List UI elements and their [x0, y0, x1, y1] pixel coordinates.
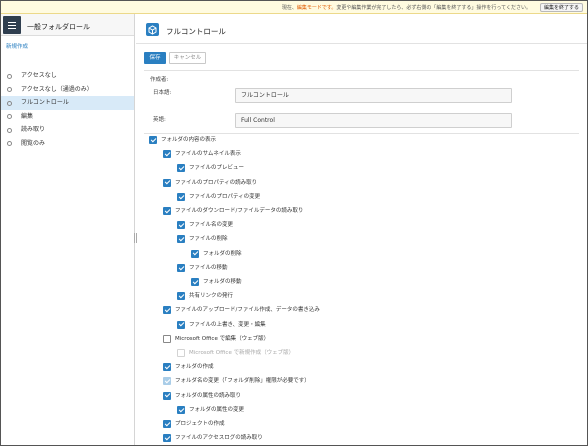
sidebar-item[interactable]: 読み取り — [1, 123, 134, 137]
role-circle-icon — [7, 100, 12, 106]
permission-checkbox[interactable] — [163, 377, 171, 386]
permission-checkbox[interactable] — [163, 363, 171, 372]
sidebar-item-label: 読み取り — [21, 126, 46, 133]
permission-checkbox[interactable] — [191, 249, 199, 258]
permission-checkbox[interactable] — [177, 292, 185, 301]
permission-checkbox[interactable] — [177, 405, 185, 414]
menu-icon-bar — [8, 27, 16, 29]
hamburger-menu-button[interactable] — [3, 16, 21, 34]
role-circle-icon — [7, 127, 12, 133]
sidebar-header: 一般フォルダロール — [1, 14, 134, 36]
sidebar-item-label: 編集 — [21, 112, 34, 120]
permission-checkbox[interactable] — [163, 420, 171, 428]
save-button[interactable]: 保存 — [144, 52, 166, 64]
permission-checkbox[interactable] — [163, 150, 171, 159]
permission-label: ファイルのプレビュー — [189, 165, 245, 172]
english-label: 英語: — [153, 117, 166, 123]
permission-label: プロジェクトの作成 — [175, 421, 225, 427]
permission-checkbox[interactable] — [177, 235, 185, 244]
permission-label: ファイルのダウンロード/ファイルデータの読み取り — [175, 208, 304, 214]
permission-label: フォルダの内容の表示 — [161, 137, 217, 143]
permission-label: ファイルの上書き、変更・編集 — [189, 321, 266, 328]
permission-checkbox[interactable] — [163, 207, 171, 215]
permission-checkbox[interactable] — [191, 278, 199, 286]
notice-text: 現在、編集モードです。変更や編集作業が完了したら、必ず右側の「編集を終了する」操… — [282, 4, 531, 11]
permission-checkbox — [177, 349, 185, 357]
japanese-label: 日本語: — [153, 90, 172, 96]
main-header: フルコントロール — [136, 14, 587, 44]
sidebar: 一般フォルダロール 新規作成 アクセスなしアクセスなし（通過のみ） フルコントロー… — [1, 14, 135, 445]
permission-label: ファイルの移動 — [189, 264, 228, 271]
permission-checkbox[interactable] — [163, 434, 171, 443]
permission-label: フォルダ名の変更（「フォルダ削除」権限が必要です） — [175, 378, 310, 385]
permission-label: ファイル名の変更 — [189, 222, 234, 229]
divider — [144, 70, 579, 71]
sidebar-item-label: アクセスなし（通過のみ） — [21, 85, 93, 93]
grip-line — [133, 233, 135, 243]
permission-label: フォルダの属性の変更 — [189, 406, 245, 413]
cancel-button[interactable]: キャンセル — [169, 52, 206, 64]
sidebar-item-label: フルコントロール — [21, 99, 69, 106]
permission-label: フォルダの移動 — [203, 279, 242, 285]
sidebar-item[interactable]: アクセスなし — [1, 69, 134, 83]
permission-label: ファイルのプロパティの読み取り — [175, 179, 258, 186]
page-title: フルコントロール — [166, 27, 226, 36]
permission-label: 共有リンクの発行 — [189, 293, 234, 300]
sidebar-item[interactable]: フルコントロール — [1, 96, 134, 110]
role-circle-icon — [7, 73, 12, 79]
notice-prefix: 現在、 — [281, 5, 297, 11]
permission-checkbox[interactable] — [163, 306, 171, 315]
end-edit-button[interactable]: 編集を終了する — [539, 3, 583, 12]
permission-label: ファイルのアップロード/ファイル作成、データの書き込み — [175, 307, 320, 314]
permission-label: フォルダの属性の読み取り — [175, 392, 242, 399]
new-role-link[interactable]: 新規作成 — [6, 42, 28, 50]
sidebar-item[interactable]: 閲覧のみ — [1, 137, 134, 151]
name-section-label: 作成者: — [150, 77, 169, 83]
sidebar-item-label: アクセスなし — [21, 72, 57, 79]
permission-label: フォルダの削除 — [203, 250, 242, 257]
permission-checkbox[interactable] — [177, 221, 185, 230]
notice-suffix: 変更や編集作業が完了したら、必ず右側の「編集を終了する」操作を行ってください。 — [336, 5, 531, 11]
permission-checkbox[interactable] — [177, 320, 185, 329]
app-window: 現在、編集モードです。変更や編集作業が完了したら、必ず右側の「編集を終了する」操… — [0, 0, 588, 446]
permission-label: フォルダの作成 — [175, 364, 214, 371]
japanese-name-field[interactable]: フルコントロール — [235, 88, 512, 103]
english-name-field[interactable]: Full Control — [235, 113, 512, 128]
sidebar-title: 一般フォルダロール — [27, 23, 90, 31]
permission-label: Microsoft Office で新規作成（ウェブ版） — [189, 350, 295, 356]
sidebar-item[interactable]: アクセスなし（通過のみ） — [1, 83, 134, 97]
role-circle-icon — [7, 141, 12, 146]
permission-label: Microsoft Office で編集（ウェブ版） — [175, 335, 270, 342]
edit-mode-notice: 現在、編集モードです。変更や編集作業が完了したら、必ず右側の「編集を終了する」操… — [1, 1, 587, 14]
menu-icon-bar — [8, 24, 16, 26]
permission-checkbox[interactable] — [149, 136, 157, 144]
sidebar-item[interactable]: 編集 — [1, 110, 134, 124]
menu-icon-bar — [8, 21, 16, 23]
role-circle-icon — [7, 87, 12, 92]
notice-highlight: 編集モードです。 — [296, 5, 337, 11]
role-list: アクセスなしアクセスなし（通過のみ） フルコントロール 編集読み取り閲覧のみ — [1, 69, 134, 150]
permission-checkbox[interactable] — [177, 192, 185, 201]
permission-checkbox[interactable] — [177, 164, 185, 173]
permission-label: ファイルの削除 — [189, 236, 228, 243]
permission-checkbox[interactable] — [163, 391, 171, 400]
sidebar-item-label: 閲覧のみ — [21, 139, 46, 147]
main-panel: フルコントロール 保存 キャンセル 作成者: 日本語: フルコントロール 英語:… — [136, 14, 587, 445]
role-circle-icon — [7, 114, 12, 119]
permission-checkbox[interactable] — [163, 178, 171, 187]
permission-label: ファイルのサムネイル表示 — [175, 151, 241, 158]
permission-checkbox[interactable] — [163, 334, 171, 343]
divider — [144, 133, 579, 134]
permission-checkbox[interactable] — [177, 263, 185, 272]
permission-label: ファイルのプロパティの変更 — [189, 193, 261, 200]
role-icon — [146, 23, 159, 36]
permission-label: ファイルのアクセスログの読み取り — [175, 435, 263, 442]
